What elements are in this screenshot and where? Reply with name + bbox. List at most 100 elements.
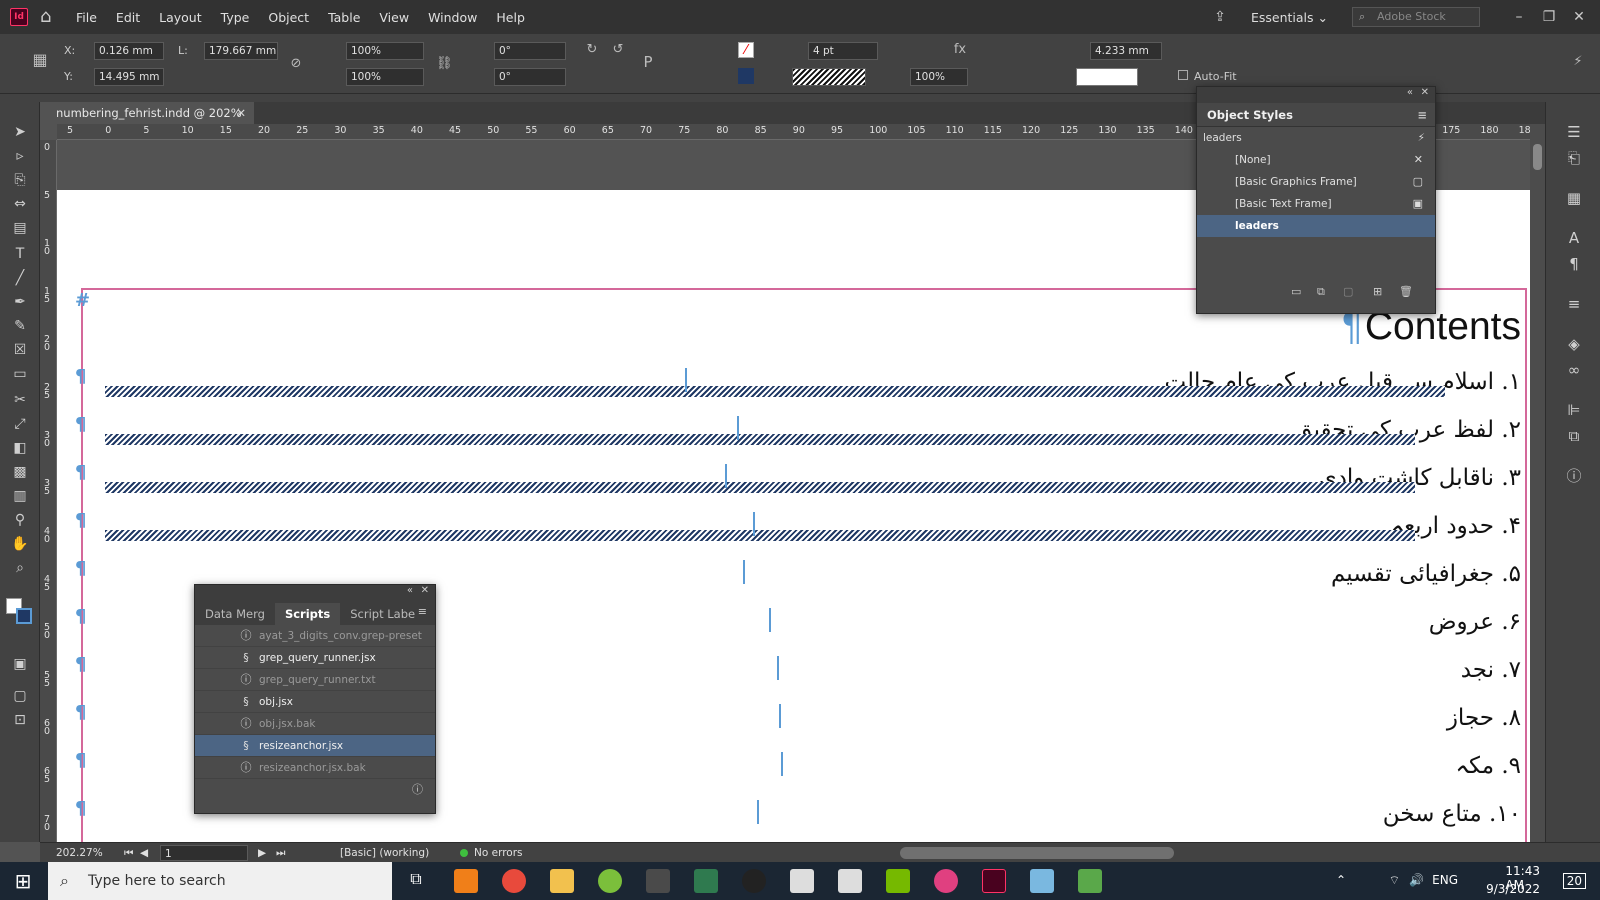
script-item[interactable]: ⓘ grep_query_runner.txt [195, 669, 435, 691]
preflight-profile[interactable]: [Basic] (working) [340, 845, 429, 861]
line-tool-icon[interactable]: ╱ [10, 268, 30, 288]
app-icon-editor[interactable] [1078, 869, 1102, 893]
app-icon-sheets[interactable] [838, 869, 862, 893]
opacity-field[interactable]: 100% [910, 68, 968, 86]
spacing-field[interactable]: 4.233 mm [1090, 42, 1162, 60]
clear-overrides-icon[interactable]: ⚡ [1418, 127, 1425, 149]
menu-table[interactable]: Table [328, 10, 360, 25]
workspace-switcher[interactable]: Essentials ⌄ [1251, 10, 1328, 25]
app-icon-nvidia[interactable] [886, 869, 910, 893]
toc-entry[interactable]: ۵. جغرافیائی تقسیم [1331, 554, 1521, 594]
menu-object[interactable]: Object [268, 10, 309, 25]
scissors-tool-icon[interactable]: ✂ [10, 390, 30, 410]
gradient-tool-icon[interactable]: ◧ [10, 438, 30, 458]
anchor-marker-icon[interactable] [757, 800, 763, 824]
app-icon-paint[interactable] [1030, 869, 1054, 893]
gradient-feather-tool-icon[interactable]: ▩ [10, 462, 30, 482]
cc-libraries-icon[interactable]: ▦ [1564, 188, 1584, 208]
style-item-none[interactable]: [None] ✕ [1197, 149, 1435, 171]
stroke-swatch-icon[interactable] [738, 68, 754, 84]
anchor-marker-icon[interactable] [781, 752, 787, 776]
lightning-icon[interactable]: ⚡ [1570, 54, 1586, 70]
script-info-icon[interactable]: ⓘ [412, 781, 423, 797]
toc-entry[interactable]: ۸. حجاز [1447, 698, 1521, 738]
start-button[interactable]: ⊞ [0, 862, 46, 900]
style-item-basic-graphics-frame[interactable]: [Basic Graphics Frame] ▢ [1197, 171, 1435, 193]
free-transform-tool-icon[interactable]: ⤢ [10, 414, 30, 434]
panel-menu-icon[interactable]: ≡ [418, 605, 427, 618]
restore-button[interactable]: ❐ [1534, 9, 1564, 25]
home-icon[interactable]: ⌂ [40, 7, 60, 27]
collapse-panel-icon[interactable]: « [1407, 87, 1413, 98]
load-styles-icon[interactable]: ⧉ [1317, 285, 1325, 299]
script-item[interactable]: ⓘ obj.jsx.bak [195, 713, 435, 735]
menu-layout[interactable]: Layout [159, 10, 202, 25]
rotate-cw-icon[interactable]: ↻ [584, 42, 600, 58]
fill-stroke-swatch[interactable] [6, 598, 34, 626]
dot-leader[interactable] [105, 386, 1445, 397]
x-field[interactable]: 0.126 mm [94, 42, 164, 60]
stroke-icon[interactable]: ≡ [1564, 294, 1584, 314]
taskbar-search[interactable]: ⌕ Type here to search [48, 862, 392, 900]
script-item[interactable]: ⓘ ayat_3_digits_conv.grep-preset [195, 625, 435, 647]
layers-icon[interactable]: ◈ [1564, 334, 1584, 354]
close-panel-icon[interactable]: ✕ [421, 585, 429, 596]
app-icon-camera[interactable] [934, 869, 958, 893]
volume-icon[interactable]: 🔊 [1409, 873, 1424, 887]
anchor-marker-icon[interactable] [685, 368, 691, 392]
minimize-button[interactable]: – [1504, 9, 1534, 25]
note-tool-icon[interactable]: ▥ [10, 486, 30, 506]
zoom-tool-icon[interactable]: ⌕ [10, 558, 30, 578]
script-item[interactable]: § obj.jsx [195, 691, 435, 713]
fx-icon[interactable]: fx [952, 42, 968, 58]
type-tool-icon[interactable]: T [10, 244, 30, 264]
l-field[interactable]: 179.667 mm [204, 42, 278, 60]
selection-tool-icon[interactable]: ➤ [10, 122, 30, 142]
page-tool-icon[interactable]: ⎘ [10, 170, 30, 190]
menu-file[interactable]: File [76, 10, 97, 25]
adobe-stock-tool-icon[interactable]: ⊡ [10, 710, 30, 730]
paragraph-styles-icon[interactable]: ¶ [1564, 254, 1584, 274]
object-style-swatch[interactable] [1076, 68, 1138, 86]
selection-container-icon[interactable]: P [640, 54, 656, 70]
adobe-stock-search[interactable]: ⌕ Adobe Stock [1352, 7, 1480, 27]
style-item-basic-text-frame[interactable]: [Basic Text Frame] ▣ [1197, 193, 1435, 215]
menu-help[interactable]: Help [496, 10, 525, 25]
style-item-leaders[interactable]: leaders [1197, 215, 1435, 237]
menu-type[interactable]: Type [221, 10, 250, 25]
shear-field[interactable]: 0° [494, 68, 566, 86]
eyedropper-tool-icon[interactable]: ⚲ [10, 510, 30, 530]
script-item[interactable]: ⓘ resizeanchor.jsx.bak [195, 757, 435, 779]
scale-y-field[interactable]: 100% [346, 68, 424, 86]
panel-menu-icon[interactable]: ≡ [1417, 103, 1427, 127]
task-view-icon[interactable]: ⧉ [404, 869, 428, 893]
stroke-type-dropdown[interactable] [792, 68, 866, 86]
share-icon[interactable]: ⇪ [1205, 9, 1235, 25]
toc-entry[interactable]: ۷. نجد [1461, 650, 1521, 690]
align-icon[interactable]: ⊫ [1564, 400, 1584, 420]
tray-chevron-icon[interactable]: ⌃ [1336, 873, 1346, 887]
zoom-level[interactable]: 202.27% [56, 845, 103, 861]
tab-script-label[interactable]: Script Labe [340, 603, 425, 625]
screen-mode-icon[interactable]: ▢ [10, 686, 30, 706]
app-icon-chrome[interactable] [502, 869, 526, 893]
previous-page-icon[interactable]: ◀ [140, 845, 148, 861]
clock-date[interactable]: 9/3/2022 [1486, 882, 1540, 896]
object-styles-title-bar[interactable]: Object Styles ≡ [1197, 103, 1435, 127]
content-collector-icon[interactable]: ▤ [10, 218, 30, 238]
menu-edit[interactable]: Edit [116, 10, 140, 25]
info-icon[interactable]: ⓘ [1564, 466, 1584, 486]
app-icon-file-explorer[interactable] [550, 869, 574, 893]
script-item[interactable]: § resizeanchor.jsx [195, 735, 435, 757]
chain-icon[interactable]: ⛓ [436, 56, 453, 72]
fill-none-icon[interactable]: ⁄ [738, 42, 754, 58]
dot-leader[interactable] [105, 482, 1415, 493]
anchor-marker-icon[interactable] [777, 656, 783, 680]
tab-data-merge[interactable]: Data Merg [195, 603, 275, 625]
links-icon[interactable]: ∞ [1564, 360, 1584, 380]
app-icon-inkscape[interactable] [646, 869, 670, 893]
app-icon-notes[interactable] [790, 869, 814, 893]
script-item[interactable]: § grep_query_runner.jsx [195, 647, 435, 669]
close-panel-icon[interactable]: ✕ [1421, 87, 1429, 98]
scrollbar-thumb[interactable] [1533, 144, 1542, 170]
